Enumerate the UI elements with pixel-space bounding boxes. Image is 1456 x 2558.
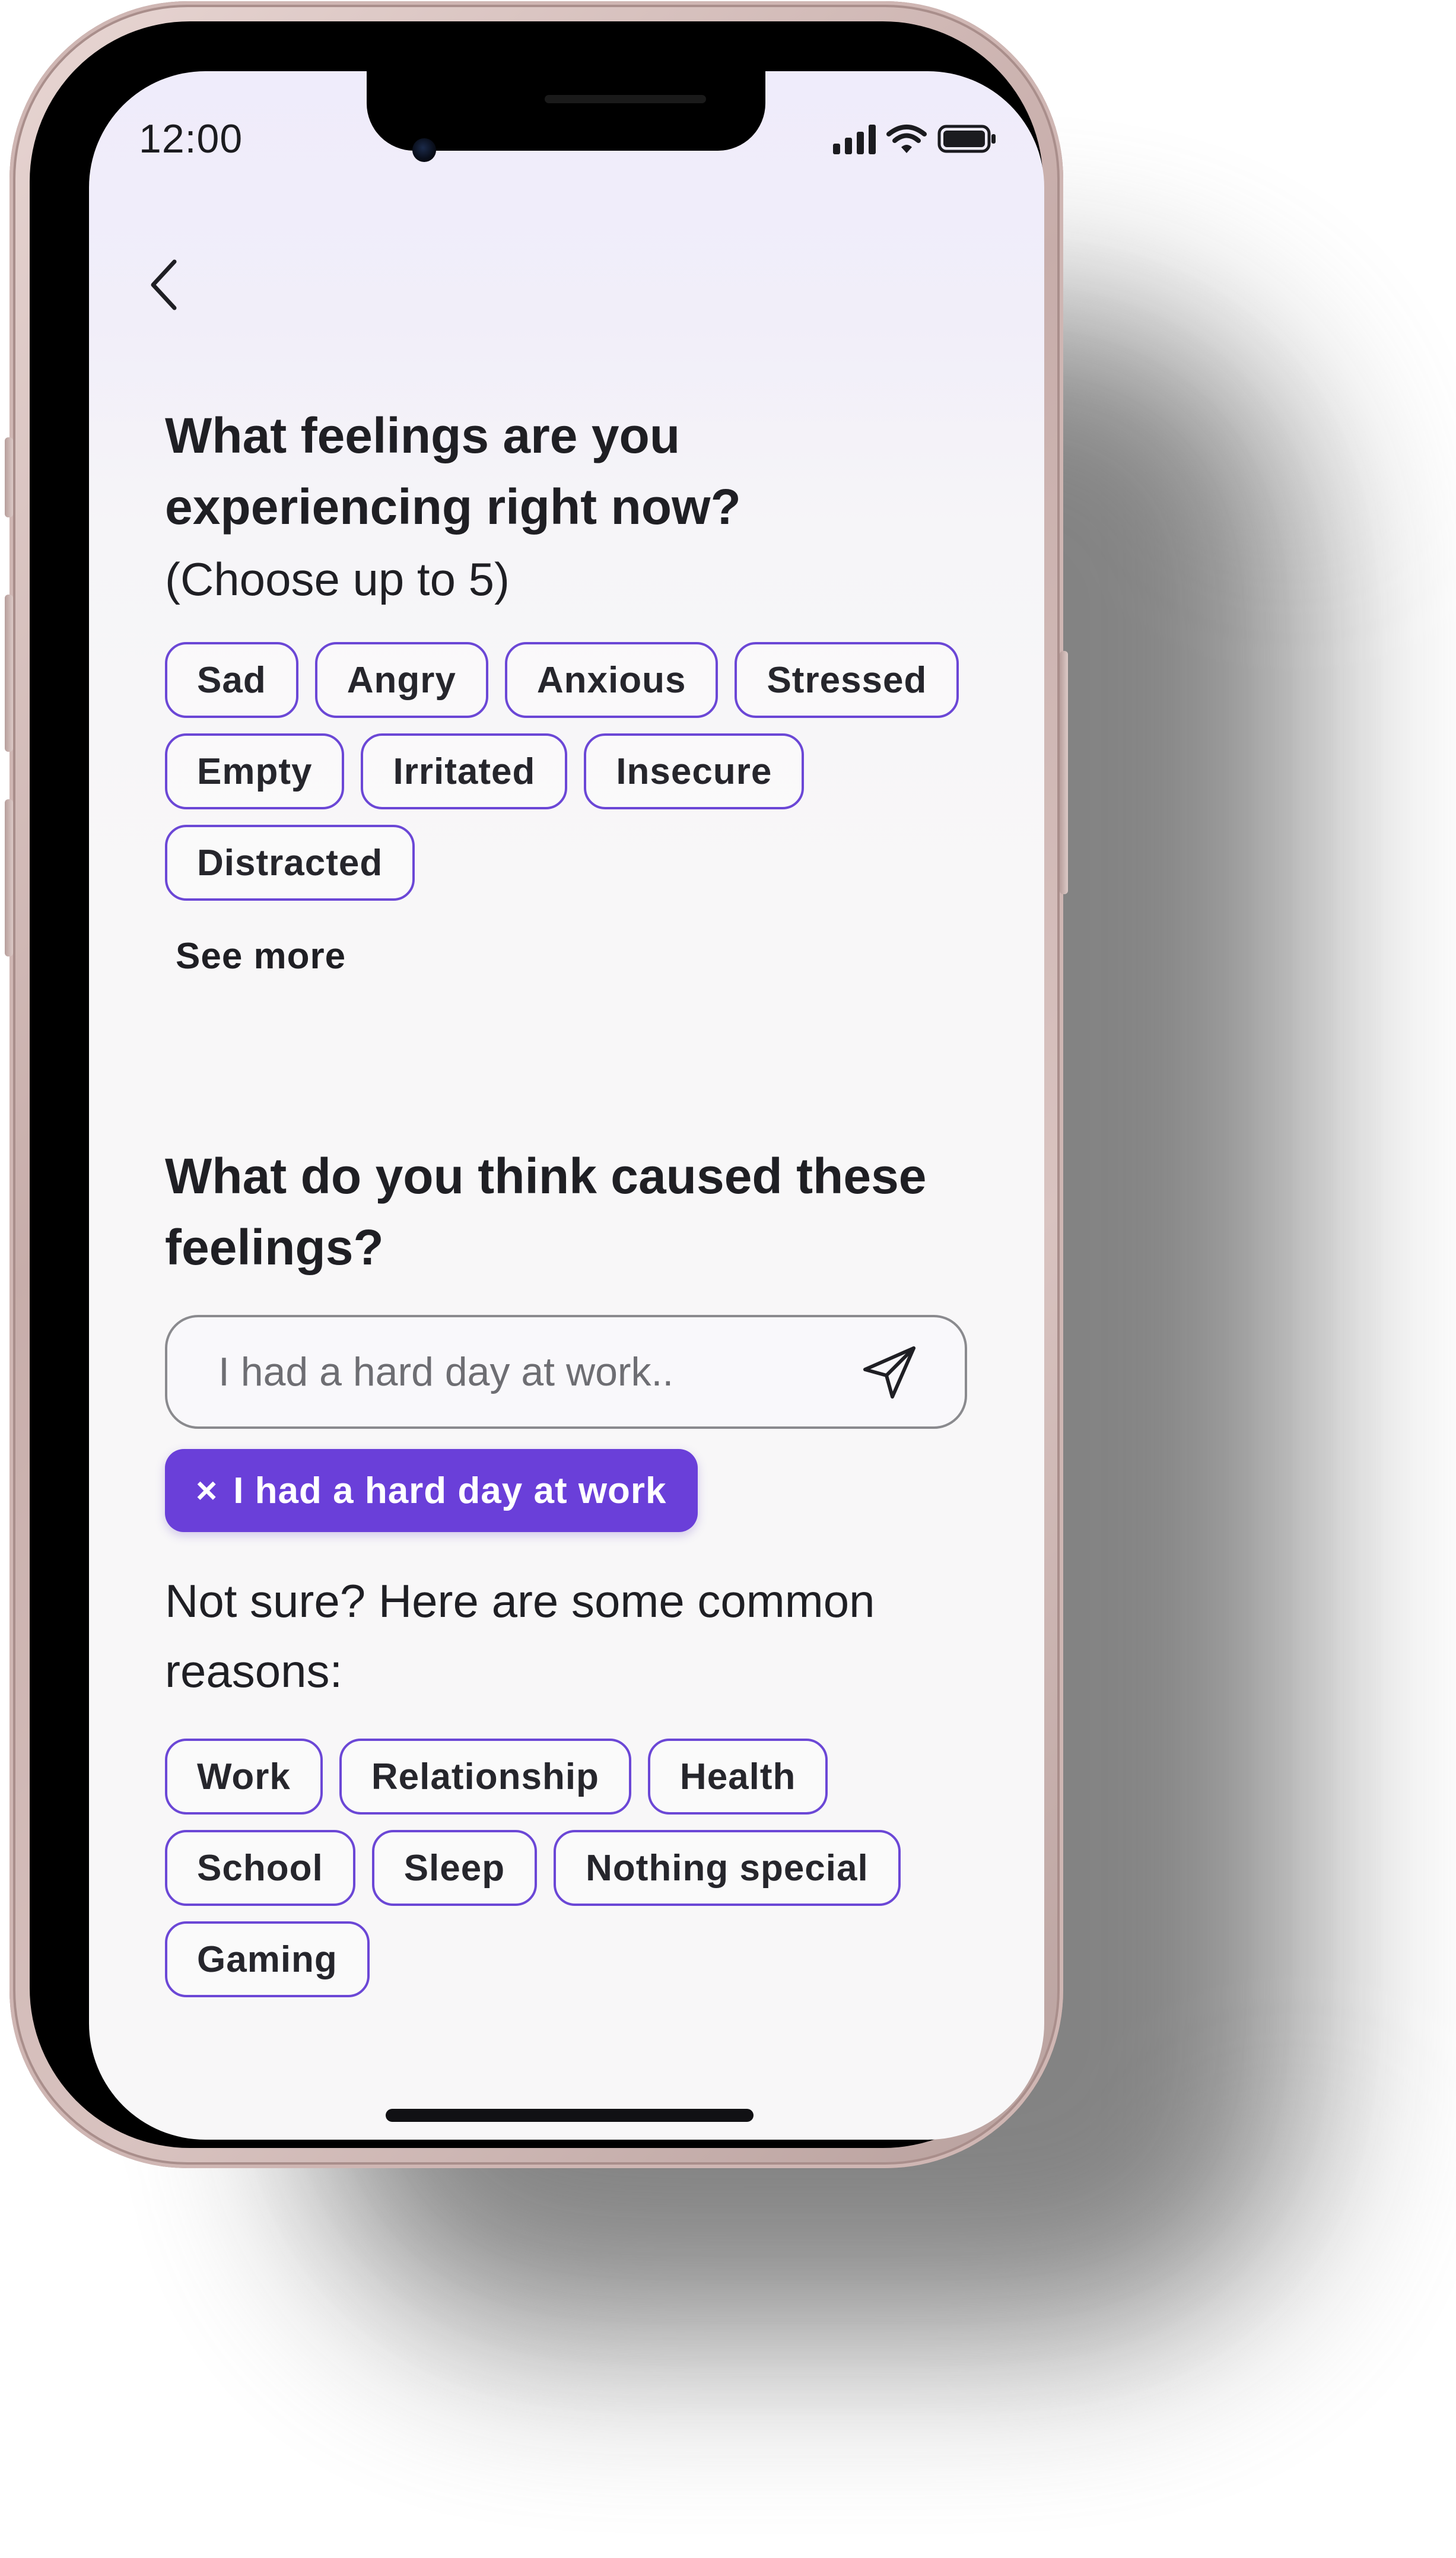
reason-chip-work[interactable]: Work [165, 1739, 323, 1815]
feeling-chip-angry[interactable]: Angry [314, 642, 488, 718]
selected-reason-chip[interactable]: × I had a hard day at work [165, 1449, 698, 1532]
side-button-power [1060, 651, 1068, 894]
phone-bezel: 12:00 What feelings are you experiencing… [30, 21, 1044, 2148]
home-indicator[interactable] [386, 2109, 754, 2122]
see-more-link[interactable]: See more [176, 935, 346, 977]
feeling-chip-anxious[interactable]: Anxious [504, 642, 719, 718]
front-camera [412, 138, 436, 162]
reason-chip-sleep[interactable]: Sleep [371, 1830, 538, 1906]
battery-icon [937, 125, 996, 153]
feelings-title-line1: What feelings are you [165, 408, 681, 463]
reasons-title-line2: reasons: [165, 1645, 343, 1697]
cause-input[interactable] [217, 1348, 848, 1396]
reason-chip-gaming[interactable]: Gaming [165, 1921, 370, 1997]
cause-title-line2: feelings? [165, 1219, 384, 1275]
feeling-chip-stressed[interactable]: Stressed [735, 642, 959, 718]
reason-chip-health[interactable]: Health [647, 1739, 828, 1815]
app-screen: 12:00 What feelings are you experiencing… [89, 71, 1044, 2140]
feeling-chip-insecure[interactable]: Insecure [584, 733, 805, 809]
side-button-volume-down [5, 799, 13, 957]
cellular-signal-icon [833, 125, 876, 154]
chevron-left-icon [151, 259, 177, 310]
feeling-chip-sad[interactable]: Sad [165, 642, 298, 718]
status-icons [833, 123, 997, 154]
feelings-chip-group: Sad Angry Anxious Stressed Empty Irritat… [165, 642, 1007, 901]
feeling-chip-empty[interactable]: Empty [165, 733, 345, 809]
speaker-grille [545, 95, 706, 103]
reasons-title-line1: Not sure? Here are some common [165, 1575, 875, 1627]
feelings-title-line2: experiencing right now? [165, 479, 741, 535]
feeling-chip-distracted[interactable]: Distracted [165, 825, 415, 901]
selected-reason-label: I had a hard day at work [233, 1470, 667, 1511]
wifi-icon [886, 125, 927, 153]
status-time: 12:00 [139, 116, 243, 161]
feelings-hint: (Choose up to 5) [165, 553, 510, 605]
cause-title-line1: What do you think caused these [165, 1148, 927, 1204]
side-button-silent [5, 437, 13, 517]
reason-chip-nothing-special[interactable]: Nothing special [554, 1830, 901, 1906]
phone-frame: 12:00 What feelings are you experiencing… [5, 1, 1068, 2168]
side-button-volume-up [5, 595, 13, 752]
reason-chip-relationship[interactable]: Relationship [339, 1739, 631, 1815]
reason-chip-school[interactable]: School [165, 1830, 355, 1906]
reasons-chip-group: Work Relationship Health School Sleep No… [165, 1739, 1007, 1997]
feeling-chip-irritated[interactable]: Irritated [361, 733, 568, 809]
paper-plane-icon [863, 1346, 915, 1399]
cause-input-field [165, 1315, 967, 1429]
remove-reason-icon[interactable]: × [196, 1470, 218, 1512]
back-button[interactable] [140, 249, 187, 320]
send-button[interactable] [848, 1330, 932, 1413]
